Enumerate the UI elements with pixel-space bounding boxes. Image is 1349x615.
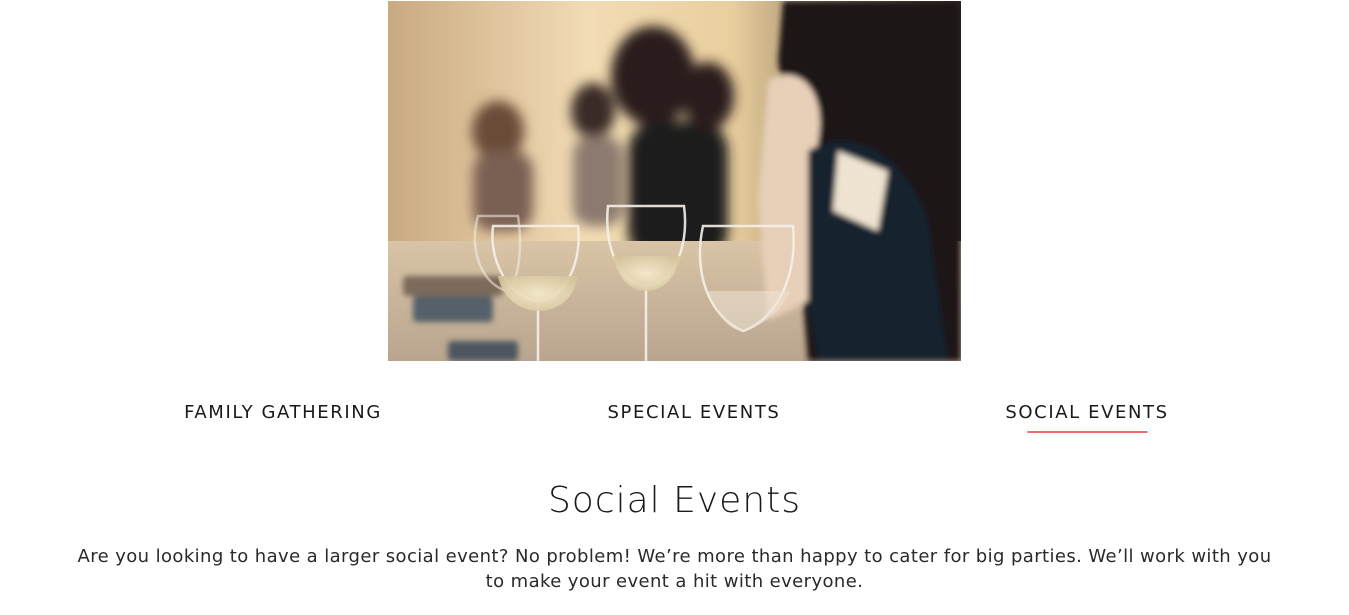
tab-family-gathering[interactable]: FAMILY GATHERING [184, 402, 382, 423]
tab-label: FAMILY GATHERING [184, 402, 382, 423]
tab-social-events[interactable]: SOCIAL EVENTS [1005, 402, 1169, 433]
event-tabs: FAMILY GATHERING SPECIAL EVENTS SOCIAL E… [0, 402, 1349, 442]
active-tab-indicator [1027, 431, 1147, 433]
section-title: Social Events [547, 480, 802, 521]
tab-label: SOCIAL EVENTS [1005, 402, 1169, 423]
section-description: Are you looking to have a larger social … [77, 546, 1272, 592]
tab-label: SPECIAL EVENTS [607, 402, 781, 423]
tab-special-events[interactable]: SPECIAL EVENTS [608, 402, 781, 423]
wine-glasses-photo [388, 1, 961, 361]
hero-image [388, 1, 961, 361]
